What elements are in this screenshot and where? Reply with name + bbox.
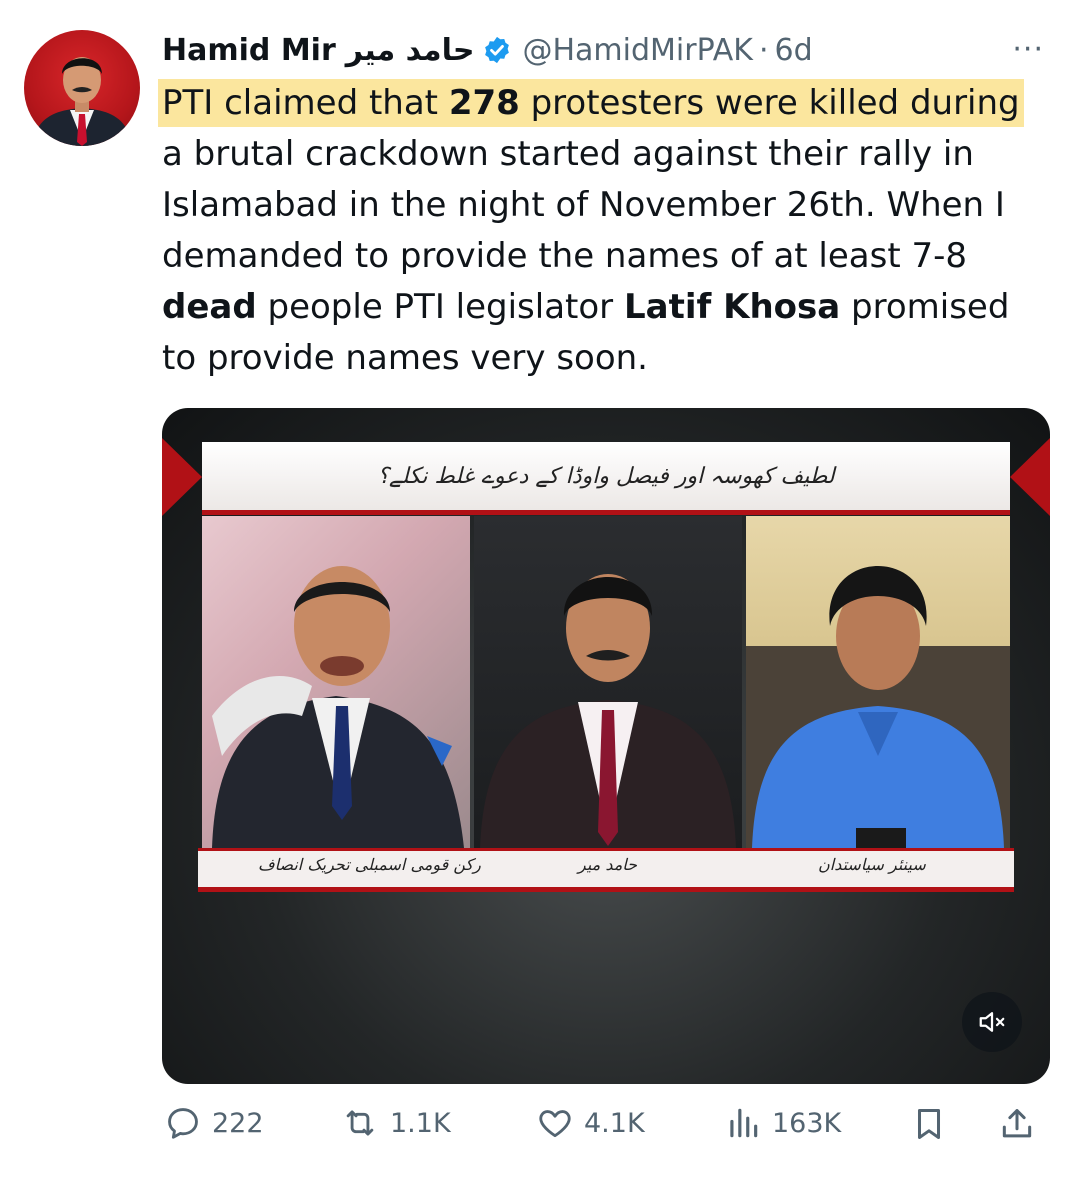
views-button[interactable]: 163K xyxy=(724,1104,841,1142)
repost-icon xyxy=(346,1110,374,1136)
caption-right: سینئر سیاستدان xyxy=(818,855,926,874)
like-count: 4.1K xyxy=(584,1107,645,1139)
video-headline: لطیف کھوسہ اور فیصل واوڈا کے دعوے غلط نک… xyxy=(377,463,835,489)
author-handle[interactable]: @HamidMirPAK xyxy=(522,33,752,68)
banner-decoration-right xyxy=(1010,438,1050,516)
video-panel-center xyxy=(474,516,742,848)
tweet-line-4: demanded to provide the names of at leas… xyxy=(162,236,968,276)
tweet-line-3: Islamabad in the night of November 26th.… xyxy=(162,185,1005,225)
views-icon xyxy=(730,1108,758,1138)
tweet-line-6: to provide names very soon. xyxy=(162,338,648,378)
guest-left-figure xyxy=(212,566,464,848)
mute-icon[interactable] xyxy=(962,992,1022,1052)
like-button[interactable]: 4.1K xyxy=(536,1104,645,1142)
reply-button[interactable]: 222 xyxy=(164,1104,264,1142)
author-name[interactable]: Hamid Mir xyxy=(162,33,336,68)
bookmark-button[interactable] xyxy=(910,1104,948,1144)
video-panel-right xyxy=(746,516,1010,848)
highlighted-sentence: PTI claimed that 278 protesters were kil… xyxy=(162,83,1020,123)
text-segment: promised xyxy=(840,287,1010,327)
text-segment: protesters were killed during xyxy=(519,83,1020,123)
caption-left: رکن قومی اسمبلی تحریک انصاف xyxy=(258,855,481,874)
host-figure xyxy=(480,574,736,848)
author-name-urdu[interactable]: حامد میر xyxy=(346,33,475,68)
tweet-action-bar: 222 1.1K 4.1K 163K xyxy=(162,1104,1050,1156)
bold-word: dead xyxy=(162,287,257,327)
banner-decoration-left xyxy=(162,438,202,516)
text-segment: people PTI legislator xyxy=(256,287,624,327)
avatar[interactable] xyxy=(24,30,140,146)
bold-number: 278 xyxy=(448,83,520,123)
bold-name: Latif Khosa xyxy=(623,287,841,327)
tweet-line-5: dead people PTI legislator Latif Khosa p… xyxy=(162,282,1062,333)
verified-badge-icon xyxy=(482,35,512,65)
reply-icon xyxy=(168,1108,198,1139)
tweet-header: Hamid Mir حامد میر @HamidMirPAK · 6d ··· xyxy=(162,26,1044,74)
bookmark-icon xyxy=(917,1109,941,1139)
repost-count: 1.1K xyxy=(390,1107,451,1139)
tweet-line-1: PTI claimed that 278 protesters were kil… xyxy=(162,78,1062,129)
timestamp[interactable]: 6d xyxy=(774,33,812,68)
like-icon xyxy=(539,1110,571,1138)
text-segment: PTI claimed that xyxy=(162,83,449,123)
video-headline-banner: لطیف کھوسہ اور فیصل واوڈا کے دعوے غلط نک… xyxy=(202,442,1010,515)
caption-center: حامد میر xyxy=(578,855,638,874)
guest-right-figure xyxy=(746,566,1010,848)
repost-button[interactable]: 1.1K xyxy=(340,1104,451,1142)
views-count: 163K xyxy=(772,1107,842,1139)
reply-count: 222 xyxy=(212,1107,264,1139)
tweet-line-2: a brutal crackdown started against their… xyxy=(162,134,974,174)
tweet-text: PTI claimed that 278 protesters were kil… xyxy=(162,78,1062,384)
video-caption-bar: رکن قومی اسمبلی تحریک انصاف حامد میر سین… xyxy=(198,848,1014,892)
video-player[interactable]: لطیف کھوسہ اور فیصل واوڈا کے دعوے غلط نک… xyxy=(162,408,1050,1084)
more-icon[interactable]: ··· xyxy=(1012,32,1044,67)
share-icon xyxy=(1002,1109,1032,1138)
separator-dot: · xyxy=(758,32,769,68)
video-panel-left xyxy=(202,516,470,848)
share-button[interactable] xyxy=(998,1104,1036,1144)
